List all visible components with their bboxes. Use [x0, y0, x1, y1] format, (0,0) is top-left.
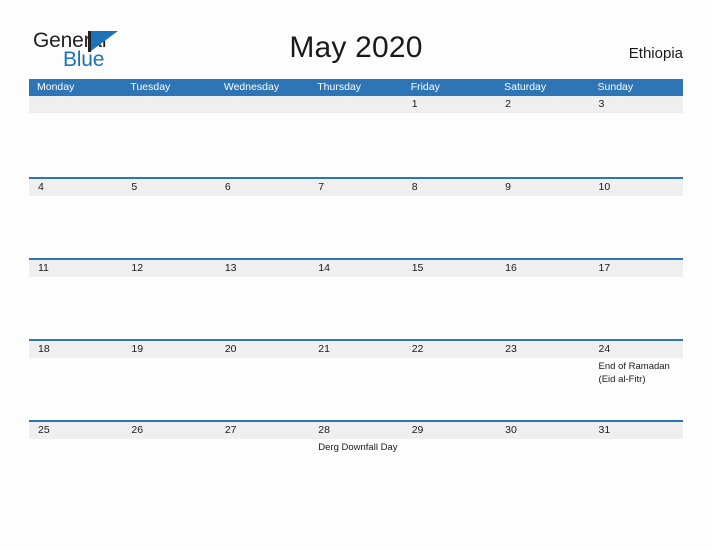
day-cell-event — [496, 358, 589, 420]
day-cell-number[interactable]: 13 — [216, 260, 309, 277]
day-cell-event — [309, 196, 402, 258]
day-cell-event — [216, 113, 309, 175]
day-cell-number[interactable]: 7 — [309, 179, 402, 196]
day-cell-event — [122, 113, 215, 175]
day-cell-event — [403, 113, 496, 175]
day-cell-number[interactable]: 12 — [122, 260, 215, 277]
week-row: 1 2 3 — [29, 96, 683, 177]
day-cell-event: Derg Downfall Day — [318, 442, 398, 453]
day-cell-event — [122, 277, 215, 339]
calendar-grid: Monday Tuesday Wednesday Thursday Friday… — [29, 79, 683, 501]
day-cell-event — [216, 277, 309, 339]
day-cell-number[interactable]: 25 — [29, 422, 122, 439]
day-cell-number[interactable] — [29, 96, 122, 113]
day-cell-number[interactable]: 3 — [590, 96, 683, 113]
day-cell-number[interactable] — [122, 96, 215, 113]
day-cell-event — [122, 196, 215, 258]
day-cell-number[interactable]: 21 — [309, 341, 402, 358]
day-cell-number[interactable]: 9 — [496, 179, 589, 196]
day-cell-event — [309, 277, 402, 339]
day-cell-number[interactable]: 8 — [403, 179, 496, 196]
day-cell-event — [590, 196, 683, 258]
day-cell-number[interactable]: 31 — [590, 422, 683, 439]
page-title: May 2020 — [289, 31, 423, 64]
day-cell-number[interactable]: 5 — [122, 179, 215, 196]
day-cell-number[interactable]: 27 — [216, 422, 309, 439]
day-cell-number[interactable] — [309, 96, 402, 113]
weekday-header-saturday: Saturday — [504, 81, 547, 93]
day-cell-number[interactable] — [216, 96, 309, 113]
day-cell-number[interactable]: 20 — [216, 341, 309, 358]
day-cell-number[interactable]: 26 — [122, 422, 215, 439]
week-daynum-band: 25 26 27 28 29 30 31 — [29, 422, 683, 439]
week-row: 11 12 13 14 15 16 17 — [29, 258, 683, 339]
day-cell-number[interactable]: 23 — [496, 341, 589, 358]
week-row: 25 26 27 28 29 30 31 Derg Downfall Day — [29, 420, 683, 501]
day-cell-event — [403, 196, 496, 258]
day-cell-number[interactable]: 4 — [29, 179, 122, 196]
weekday-header-sunday: Sunday — [597, 81, 634, 93]
day-cell-event — [309, 358, 402, 420]
day-cell-event — [403, 439, 496, 501]
calendar-page: General Blue May 2020 Ethiopia Monday Tu… — [0, 0, 712, 550]
day-cell-number[interactable]: 28 — [309, 422, 402, 439]
day-cell-event: End of Ramadan (Eid al-Fitr) — [598, 361, 670, 385]
day-cell-number[interactable]: 30 — [496, 422, 589, 439]
day-cell-number[interactable]: 22 — [403, 341, 496, 358]
day-cell-number[interactable]: 18 — [29, 341, 122, 358]
day-cell-number[interactable]: 24 — [590, 341, 683, 358]
country-label: Ethiopia — [628, 45, 683, 62]
day-cell-event — [309, 113, 402, 175]
day-cell-event — [29, 277, 122, 339]
day-cell-number[interactable]: 2 — [496, 96, 589, 113]
day-cell-number[interactable]: 29 — [403, 422, 496, 439]
weekday-header-tuesday: Tuesday — [130, 81, 171, 93]
day-cell-event — [496, 196, 589, 258]
week-daynum-band: 11 12 13 14 15 16 17 — [29, 260, 683, 277]
week-events-band — [29, 277, 683, 339]
weekday-header-wednesday: Wednesday — [223, 81, 280, 93]
day-cell-event — [590, 113, 683, 175]
week-row: 18 19 20 21 22 23 24 End of Ramadan (Eid… — [29, 339, 683, 420]
day-cell-number[interactable]: 10 — [590, 179, 683, 196]
week-events-band: Derg Downfall Day — [29, 439, 683, 501]
day-cell-number[interactable]: 16 — [496, 260, 589, 277]
day-cell-event — [590, 439, 683, 501]
day-cell-event — [122, 439, 215, 501]
day-cell-number[interactable]: 15 — [403, 260, 496, 277]
day-cell-event — [590, 277, 683, 339]
day-cell-event — [496, 113, 589, 175]
day-cell-event — [216, 439, 309, 501]
day-cell-number[interactable]: 1 — [403, 96, 496, 113]
day-cell-event — [29, 196, 122, 258]
day-cell-number[interactable]: 17 — [590, 260, 683, 277]
day-cell-event — [216, 358, 309, 420]
weekday-header-monday: Monday — [37, 81, 75, 93]
week-daynum-band: 18 19 20 21 22 23 24 — [29, 341, 683, 358]
week-daynum-band: 1 2 3 — [29, 96, 683, 113]
week-events-band — [29, 196, 683, 258]
day-cell-event — [122, 358, 215, 420]
day-cell-event — [403, 277, 496, 339]
week-events-band — [29, 113, 683, 175]
day-cell-event — [403, 358, 496, 420]
day-cell-event — [216, 196, 309, 258]
weekday-header-friday: Friday — [410, 81, 440, 93]
weekday-header-row: Monday Tuesday Wednesday Thursday Friday… — [29, 79, 683, 96]
week-row: 4 5 6 7 8 9 10 — [29, 177, 683, 258]
day-cell-event — [496, 277, 589, 339]
day-cell-number[interactable]: 6 — [216, 179, 309, 196]
weekday-header-thursday: Thursday — [317, 81, 362, 93]
day-cell-number[interactable]: 11 — [29, 260, 122, 277]
week-daynum-band: 4 5 6 7 8 9 10 — [29, 179, 683, 196]
week-events-band: End of Ramadan (Eid al-Fitr) — [29, 358, 683, 420]
day-cell-event — [29, 439, 122, 501]
day-cell-event — [29, 358, 122, 420]
day-cell-number[interactable]: 14 — [309, 260, 402, 277]
day-cell-number[interactable]: 19 — [122, 341, 215, 358]
day-cell-event — [496, 439, 589, 501]
day-cell-event — [29, 113, 122, 175]
